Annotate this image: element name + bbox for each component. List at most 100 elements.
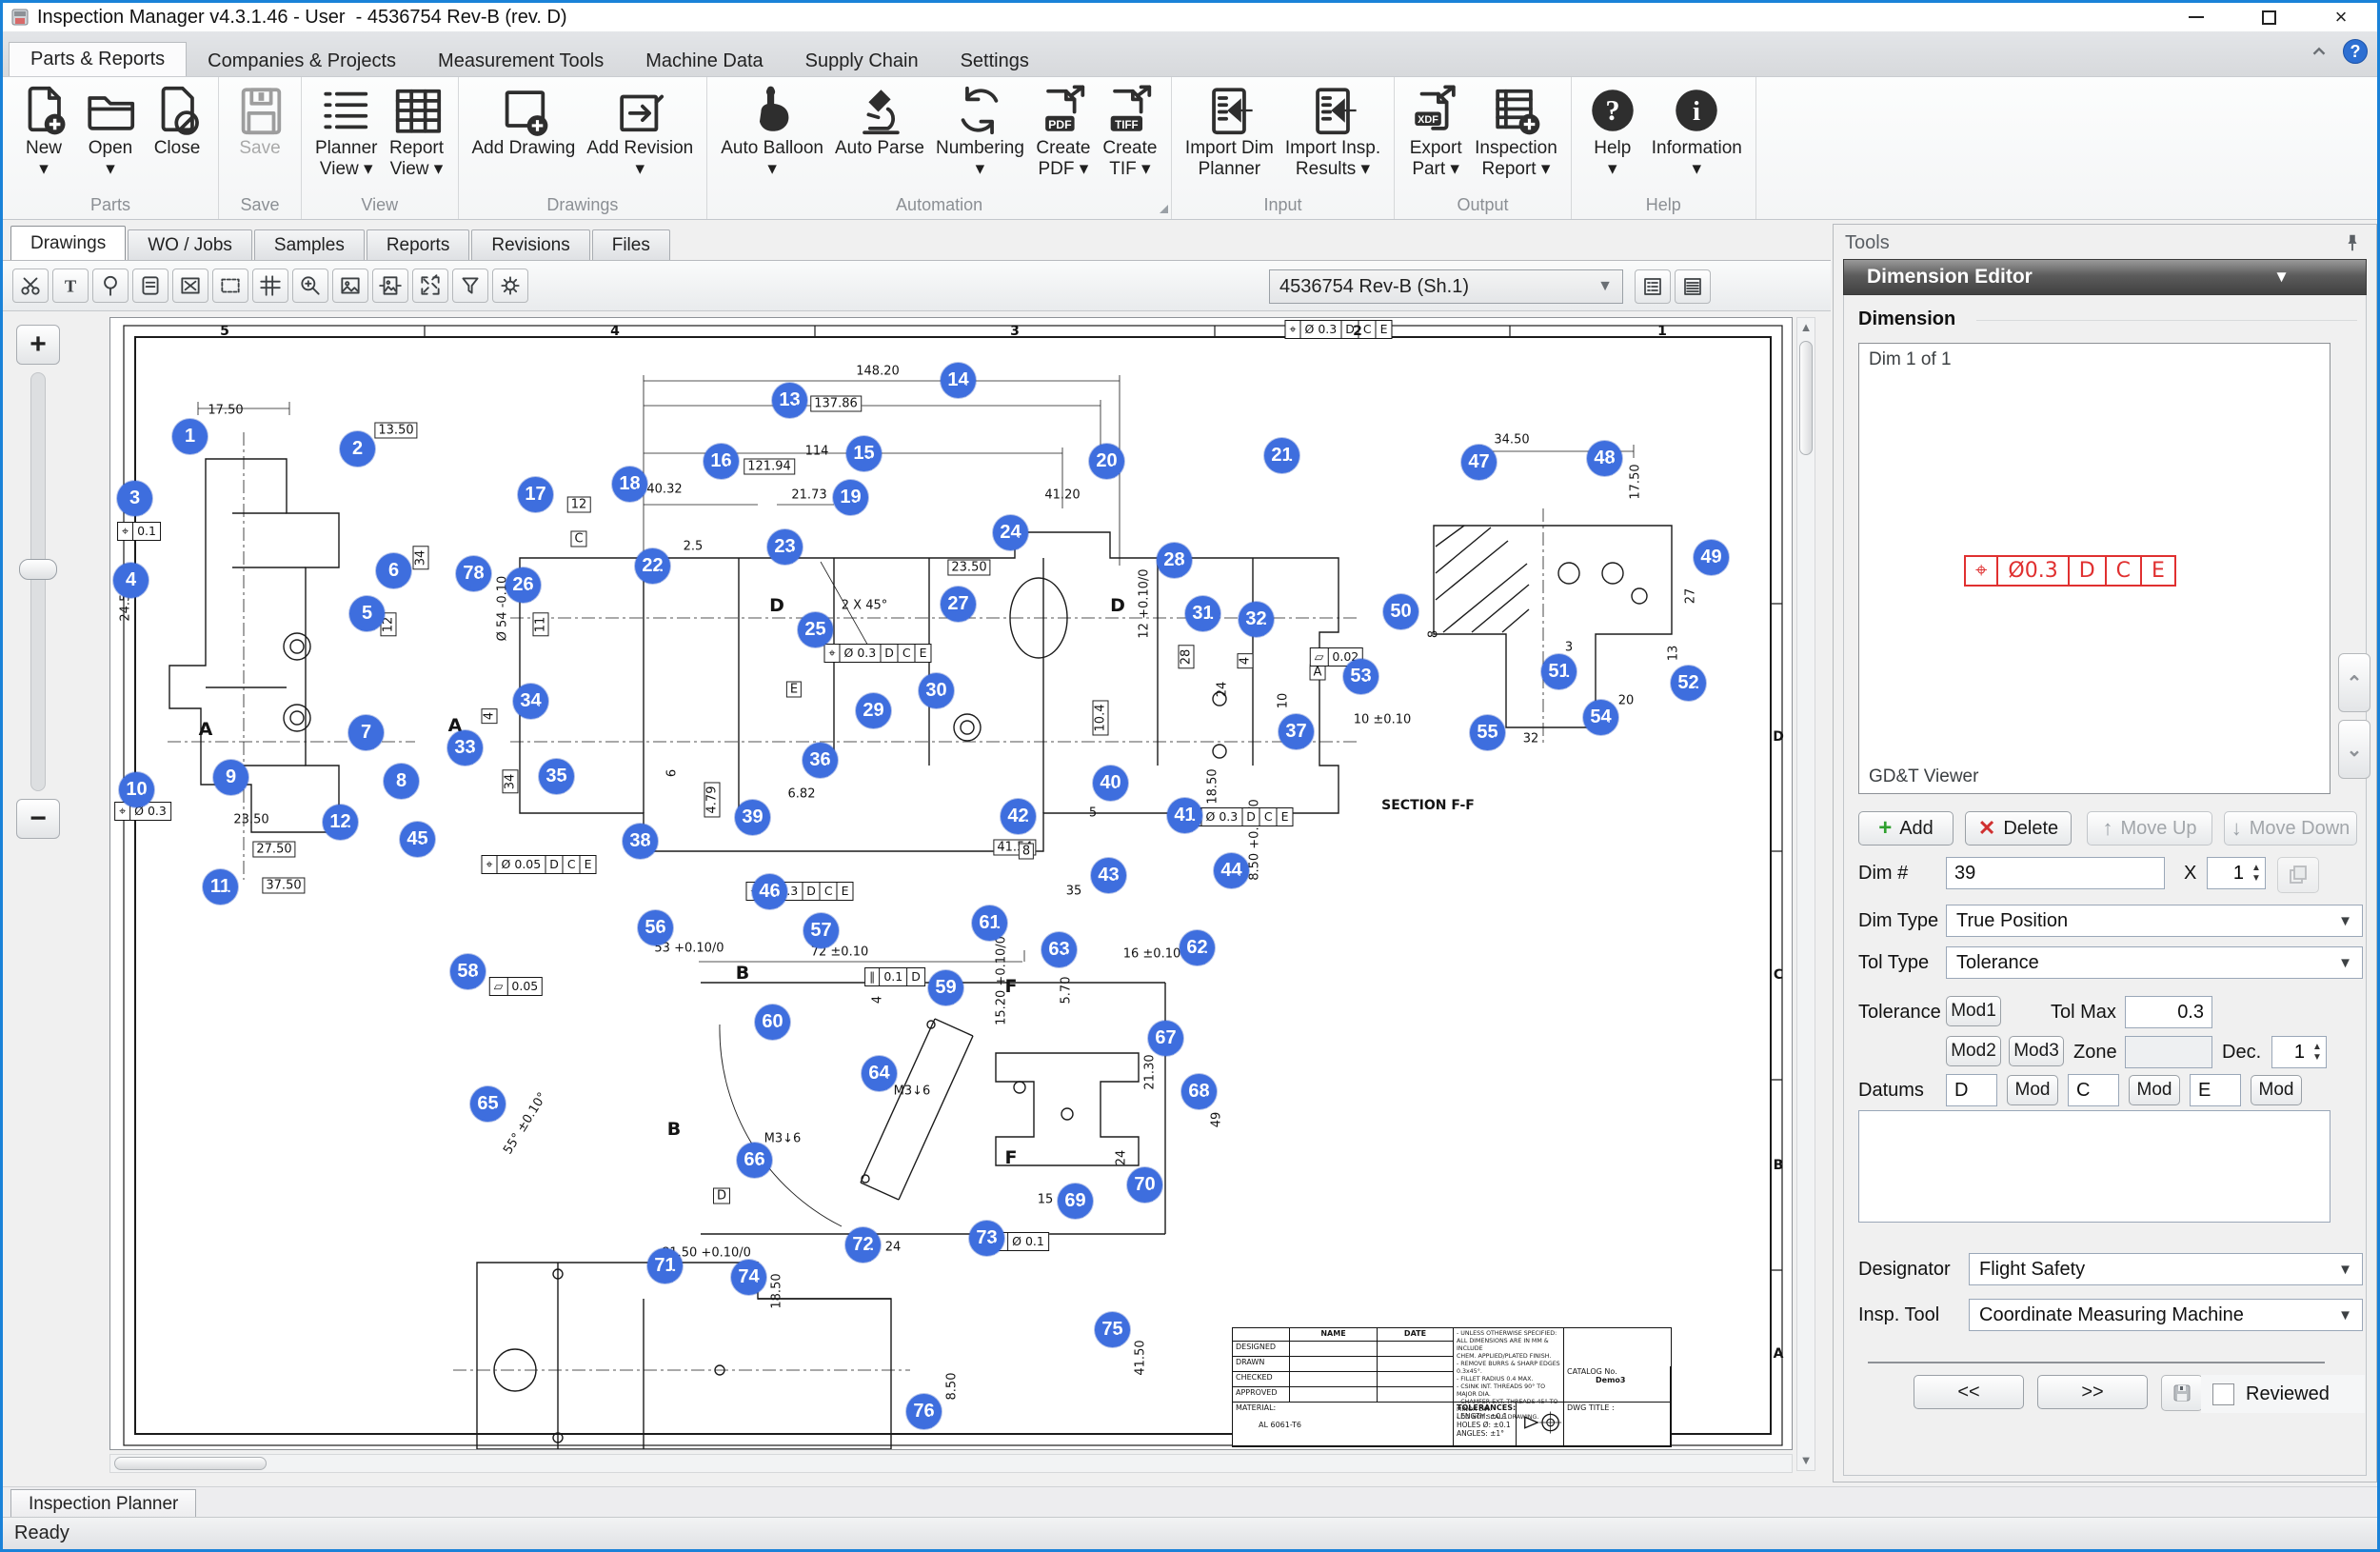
ribbon-button-add-drawing[interactable]: Add Drawing bbox=[466, 81, 582, 192]
ribbon-button-planner-view[interactable]: PlannerView ▾ bbox=[309, 81, 384, 192]
balloon-78[interactable]: 78 bbox=[456, 556, 491, 591]
ribbon-button-numbering[interactable]: Numbering▾ bbox=[930, 81, 1030, 192]
designator-select[interactable]: Flight Safety▼ bbox=[1969, 1253, 2363, 1285]
balloon-24[interactable]: 24 bbox=[993, 515, 1028, 550]
balloon-42[interactable]: 42 bbox=[1001, 799, 1036, 834]
balloon-36[interactable]: 36 bbox=[803, 743, 838, 778]
balloon-19[interactable]: 19 bbox=[833, 480, 868, 515]
balloon-35[interactable]: 35 bbox=[539, 759, 574, 794]
balloon-7[interactable]: 7 bbox=[348, 715, 384, 750]
balloon-33[interactable]: 33 bbox=[447, 730, 483, 766]
ribbon-button-save[interactable]: Save bbox=[227, 81, 293, 192]
balloon-37[interactable]: 37 bbox=[1279, 714, 1314, 749]
zoom-slider-handle[interactable] bbox=[19, 559, 57, 580]
dim-count-spinner[interactable]: 1▲▼ bbox=[2207, 857, 2266, 889]
zoom-out-button[interactable]: − bbox=[16, 799, 60, 839]
ribbon-button-import-insp-results[interactable]: Import Insp.Results ▾ bbox=[1279, 81, 1386, 192]
vertical-scrollbar[interactable]: ▲ ▼ bbox=[1796, 317, 1815, 1471]
details-view-button[interactable] bbox=[1635, 269, 1671, 304]
balloon-38[interactable]: 38 bbox=[623, 824, 658, 859]
horizontal-scroll-thumb[interactable] bbox=[114, 1457, 267, 1470]
horizontal-scrollbar[interactable] bbox=[109, 1454, 1793, 1473]
balloon-62[interactable]: 62 bbox=[1180, 930, 1215, 965]
dec-spinner[interactable]: 1▲▼ bbox=[2271, 1036, 2327, 1068]
balloon-1[interactable]: 1 bbox=[172, 419, 208, 454]
datum1-input[interactable]: D bbox=[1946, 1074, 1997, 1106]
balloon-28[interactable]: 28 bbox=[1157, 543, 1192, 578]
balloon-17[interactable]: 17 bbox=[518, 477, 553, 512]
balloon-66[interactable]: 66 bbox=[737, 1143, 772, 1178]
sheet-selector[interactable]: 4536754 Rev-B (Sh.1) ▼ bbox=[1269, 269, 1623, 304]
scroll-down-button[interactable]: ⌄ bbox=[2338, 720, 2370, 779]
filter-button[interactable] bbox=[452, 269, 488, 303]
close-button[interactable]: × bbox=[2305, 3, 2377, 31]
balloon-70[interactable]: 70 bbox=[1127, 1167, 1162, 1203]
balloon-31[interactable]: 31 bbox=[1185, 596, 1220, 631]
help-icon[interactable]: ? bbox=[2343, 39, 2368, 64]
add-button[interactable]: +Add bbox=[1858, 811, 1954, 846]
fit-page-button[interactable] bbox=[372, 269, 408, 303]
balloon-tool-button[interactable] bbox=[92, 269, 129, 303]
balloon-65[interactable]: 65 bbox=[470, 1086, 506, 1122]
ribbon-button-open[interactable]: Open▾ bbox=[77, 81, 144, 192]
ribbon-button-help[interactable]: ?Help▾ bbox=[1579, 81, 1646, 192]
balloon-21[interactable]: 21 bbox=[1264, 438, 1299, 473]
ribbon-tab-supply-chain[interactable]: Supply Chain bbox=[784, 46, 940, 76]
move-down-button[interactable]: ↓Move Down bbox=[2224, 811, 2357, 846]
balloon-32[interactable]: 32 bbox=[1239, 602, 1274, 637]
spinner-arrows-icon[interactable]: ▲▼ bbox=[2248, 858, 2265, 888]
text-tool-button[interactable]: T bbox=[52, 269, 89, 303]
ribbon-button-create-pdf[interactable]: PDFCreatePDF ▾ bbox=[1030, 81, 1097, 192]
balloon-30[interactable]: 30 bbox=[919, 673, 954, 708]
delete-button[interactable]: ✕Delete bbox=[1965, 811, 2072, 846]
drawing-canvas[interactable]: NAME DATE DESIGNED DRAWN CHECKED APPROVE… bbox=[109, 317, 1793, 1450]
dim-number-input[interactable]: 39 bbox=[1946, 857, 2165, 889]
ribbon-tab-companies-projects[interactable]: Companies & Projects bbox=[187, 46, 417, 76]
cut-balloon-button[interactable] bbox=[12, 269, 49, 303]
dimension-notes-area[interactable] bbox=[1858, 1110, 2330, 1223]
gdt-viewer[interactable]: Dim 1 of 1 ⌖Ø0.3DCE GD&T Viewer bbox=[1858, 343, 2330, 794]
balloon-54[interactable]: 54 bbox=[1583, 700, 1618, 735]
move-up-button[interactable]: ↑Move Up bbox=[2087, 811, 2212, 846]
insp-tool-select[interactable]: Coordinate Measuring Machine▼ bbox=[1969, 1299, 2363, 1331]
ribbon-button-create-tif[interactable]: TIFFCreateTIF ▾ bbox=[1097, 81, 1163, 192]
balloon-15[interactable]: 15 bbox=[846, 436, 882, 471]
balloon-41[interactable]: 41 bbox=[1167, 798, 1202, 833]
balloon-11[interactable]: 11 bbox=[203, 869, 238, 905]
fullscreen-button[interactable] bbox=[412, 269, 448, 303]
balloon-14[interactable]: 14 bbox=[941, 363, 976, 398]
balloon-48[interactable]: 48 bbox=[1587, 441, 1622, 476]
balloon-47[interactable]: 47 bbox=[1461, 445, 1497, 480]
balloon-46[interactable]: 46 bbox=[752, 874, 787, 909]
pin-icon[interactable] bbox=[2342, 232, 2363, 253]
balloon-75[interactable]: 75 bbox=[1095, 1312, 1130, 1347]
doc-tab-wo-jobs[interactable]: WO / Jobs bbox=[128, 229, 252, 260]
minimize-button[interactable] bbox=[2160, 3, 2232, 31]
inspection-planner-tab[interactable]: Inspection Planner bbox=[10, 1489, 196, 1518]
balloon-72[interactable]: 72 bbox=[845, 1227, 881, 1263]
datum3-mod-button[interactable]: Mod bbox=[2251, 1075, 2302, 1105]
balloon-18[interactable]: 18 bbox=[612, 467, 647, 502]
balloon-27[interactable]: 27 bbox=[941, 587, 976, 622]
ribbon-button-close[interactable]: Close bbox=[144, 81, 210, 192]
balloon-16[interactable]: 16 bbox=[704, 444, 739, 479]
balloon-51[interactable]: 51 bbox=[1541, 654, 1577, 689]
ribbon-button-add-revision[interactable]: Add Revision▾ bbox=[581, 81, 699, 192]
copy-button[interactable] bbox=[2277, 857, 2319, 893]
balloon-49[interactable]: 49 bbox=[1694, 540, 1729, 575]
balloon-52[interactable]: 52 bbox=[1671, 666, 1706, 701]
balloon-50[interactable]: 50 bbox=[1383, 594, 1418, 629]
balloon-12[interactable]: 12 bbox=[323, 805, 358, 840]
balloon-13[interactable]: 13 bbox=[772, 383, 807, 418]
scroll-up-icon[interactable]: ▲ bbox=[1797, 318, 1815, 337]
datum3-input[interactable]: E bbox=[2190, 1074, 2241, 1106]
tol-max-input[interactable]: 0.3 bbox=[2125, 996, 2212, 1028]
balloon-43[interactable]: 43 bbox=[1091, 858, 1126, 893]
dimension-editor-header[interactable]: Dimension Editor ▼ bbox=[1843, 259, 2367, 295]
datum1-mod-button[interactable]: Mod bbox=[2007, 1075, 2058, 1105]
balloon-2[interactable]: 2 bbox=[340, 431, 375, 467]
next-button[interactable]: >> bbox=[2037, 1375, 2148, 1409]
tol-type-select[interactable]: Tolerance▼ bbox=[1946, 946, 2363, 979]
balloon-64[interactable]: 64 bbox=[862, 1056, 897, 1091]
dim-type-select[interactable]: True Position▼ bbox=[1946, 905, 2363, 937]
